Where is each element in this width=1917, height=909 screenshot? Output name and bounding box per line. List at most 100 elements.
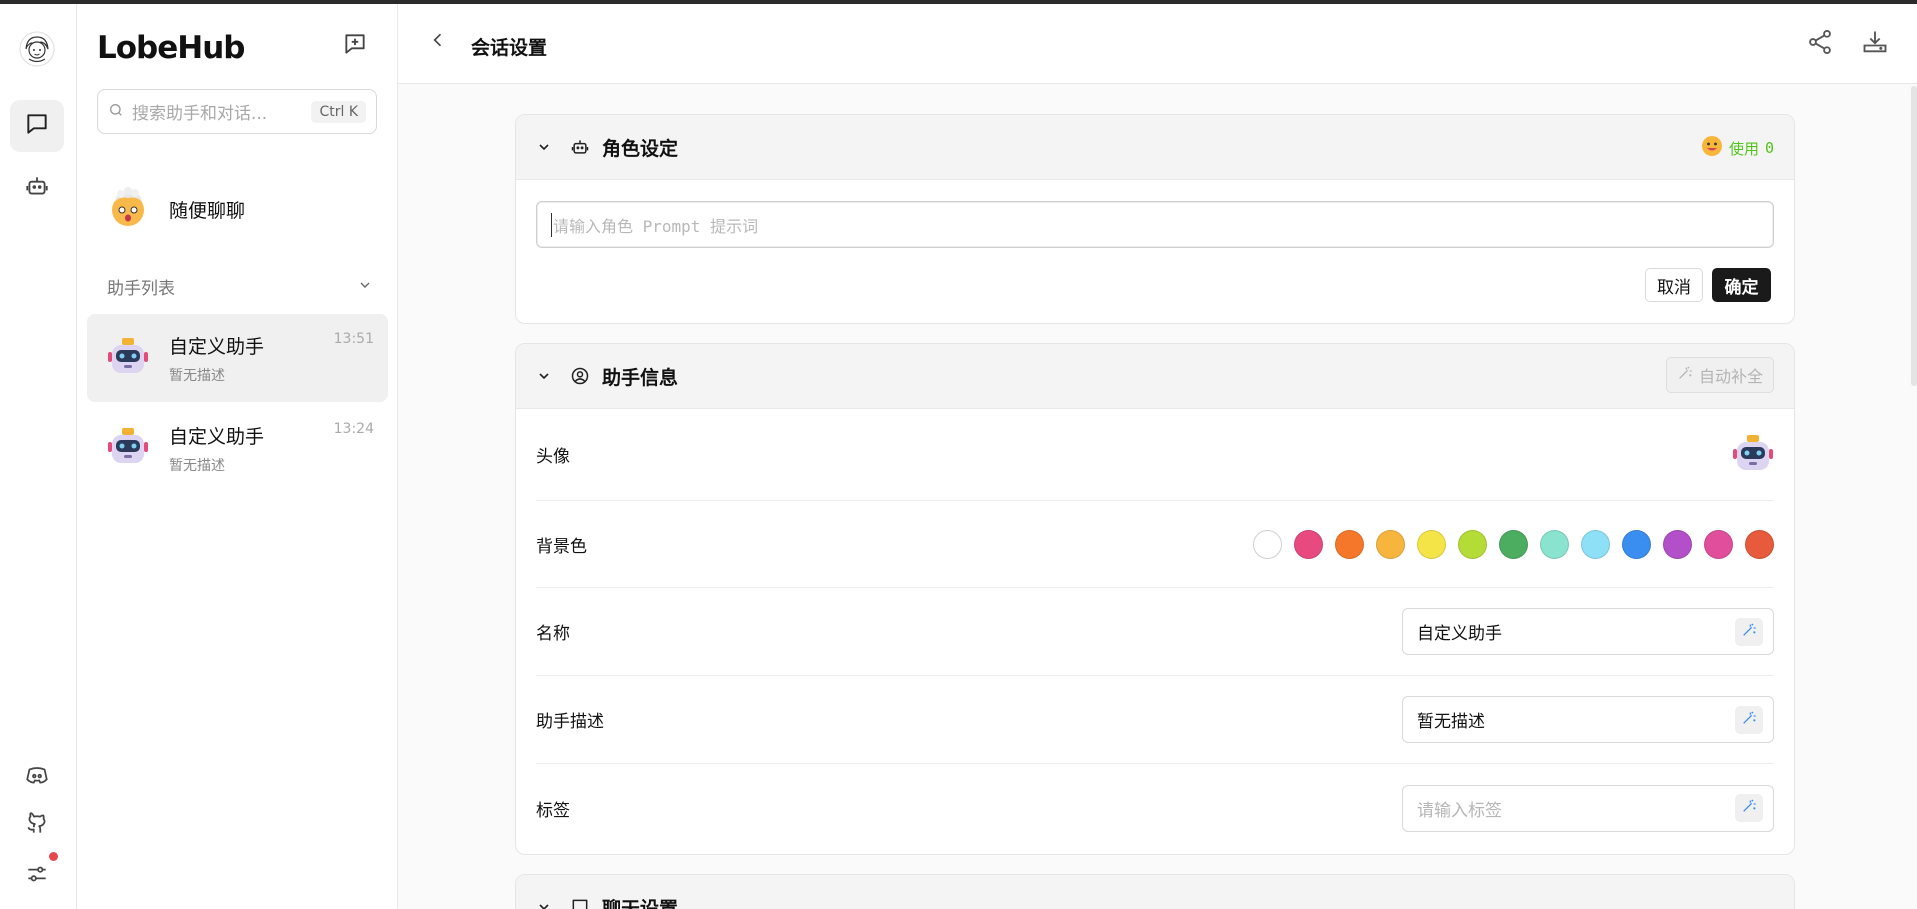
name-input[interactable]: 自定义助手	[1402, 608, 1774, 655]
magic-wand-icon	[1741, 710, 1757, 730]
session-panel: LobeHub 搜索助手和对话... Ctrl K 随便聊聊 助手列表 自定义助…	[77, 4, 398, 909]
back-button[interactable]	[426, 30, 450, 54]
search-input[interactable]: 搜索助手和对话... Ctrl K	[97, 89, 377, 134]
color-swatch[interactable]	[1581, 529, 1610, 559]
search-icon	[108, 102, 124, 122]
notification-dot	[49, 852, 58, 861]
color-swatch[interactable]	[1253, 529, 1282, 559]
chevron-down-icon	[357, 277, 373, 297]
random-chat-label: 随便聊聊	[169, 199, 246, 222]
share-icon	[1806, 28, 1834, 60]
color-swatch[interactable]	[1704, 529, 1733, 559]
description-input[interactable]: 暂无描述	[1402, 696, 1774, 743]
robot-icon	[24, 173, 50, 203]
chevron-down-icon	[536, 899, 552, 909]
color-swatch[interactable]	[1376, 529, 1405, 559]
confirm-button[interactable]: 确定	[1712, 268, 1771, 302]
discord-button[interactable]	[10, 751, 64, 803]
cancel-button[interactable]: 取消	[1645, 268, 1703, 302]
exploding-head-emoji-icon	[107, 186, 149, 232]
color-swatch[interactable]	[1417, 529, 1446, 559]
chevron-down-icon	[536, 139, 552, 155]
color-swatch[interactable]	[1622, 529, 1651, 559]
discord-icon	[24, 762, 50, 792]
tags-label: 标签	[536, 800, 570, 821]
github-button[interactable]	[10, 800, 64, 852]
name-value: 自定义助手	[1417, 624, 1502, 644]
assistant-info-header[interactable]: 助手信息 自动补全	[516, 344, 1794, 409]
autofill-name-button[interactable]	[1735, 617, 1763, 646]
role-prompt-placeholder: 请输入角色 Prompt 提示词	[551, 212, 758, 237]
export-button[interactable]	[1859, 28, 1891, 60]
tags-row: 标签 请输入标签	[536, 764, 1774, 852]
chevron-left-icon	[428, 30, 448, 54]
autofill-button[interactable]: 自动补全	[1665, 357, 1774, 393]
color-swatch[interactable]	[1499, 529, 1528, 559]
autofill-description-button[interactable]	[1735, 705, 1763, 734]
tags-input[interactable]: 请输入标签	[1402, 784, 1774, 832]
github-icon	[24, 811, 50, 841]
magic-wand-icon	[1677, 365, 1693, 385]
background-color-row: 背景色	[536, 501, 1774, 588]
magic-wand-icon	[1741, 622, 1757, 642]
name-label: 名称	[536, 624, 570, 644]
session-desc: 暂无描述	[169, 457, 225, 474]
usage-count: 0	[1764, 139, 1774, 157]
avatar-row: 头像	[536, 409, 1774, 501]
assistant-market-button[interactable]	[10, 162, 64, 214]
session-time: 13:24	[333, 421, 374, 437]
description-value: 暂无描述	[1417, 712, 1485, 732]
role-prompt-input[interactable]: 请输入角色 Prompt 提示词	[536, 201, 1774, 248]
chat-bubble-icon	[570, 897, 590, 909]
download-icon	[1861, 28, 1889, 60]
description-row: 助手描述 暂无描述	[536, 676, 1774, 764]
session-item[interactable]: 自定义助手 暂无描述 13:24	[87, 404, 388, 492]
session-time: 13:51	[333, 331, 374, 347]
usage-label: 使用	[1728, 139, 1759, 158]
share-button[interactable]	[1804, 28, 1836, 60]
page-title: 会话设置	[471, 37, 548, 59]
color-swatch[interactable]	[1745, 529, 1774, 559]
name-row: 名称 自定义助手	[536, 588, 1774, 676]
chat-settings-card: 聊天设置	[515, 874, 1795, 909]
chat-settings-header[interactable]: 聊天设置	[516, 875, 1794, 909]
new-message-icon	[342, 31, 368, 61]
random-chat-item[interactable]: 随便聊聊	[107, 186, 245, 232]
new-chat-button[interactable]	[339, 30, 371, 62]
main-panel: 会话设置 角色设定 使用 0 请输入角色 Prompt 提示词 取消 确定 助手…	[398, 4, 1917, 909]
session-item[interactable]: 自定义助手 暂无描述 13:51	[87, 314, 388, 402]
grinning-emoji-icon	[1701, 135, 1723, 161]
color-swatch[interactable]	[1458, 529, 1487, 559]
robot-emoji-icon	[107, 335, 149, 381]
search-placeholder: 搜索助手和对话...	[132, 104, 268, 124]
autofill-label: 自动补全	[1698, 367, 1763, 386]
assistant-info-card: 助手信息 自动补全 头像 背景色 名称 自定义助手 助手描述 暂无描述 标签 请…	[515, 343, 1795, 855]
search-shortcut: Ctrl K	[311, 100, 366, 123]
chat-settings-title: 聊天设置	[602, 897, 679, 909]
color-swatch[interactable]	[1294, 529, 1323, 559]
avatar-label: 头像	[536, 447, 570, 467]
assistant-list-header[interactable]: 助手列表	[107, 274, 373, 299]
magic-wand-icon	[1741, 798, 1757, 818]
color-swatches	[1253, 529, 1774, 559]
role-settings-card: 角色设定 使用 0 请输入角色 Prompt 提示词 取消 确定	[515, 114, 1795, 324]
session-desc: 暂无描述	[169, 367, 225, 384]
brand-logo: LobeHub	[97, 30, 245, 66]
main-header: 会话设置	[398, 4, 1917, 84]
chat-nav-button[interactable]	[10, 100, 64, 152]
assistant-avatar[interactable]	[1732, 432, 1774, 478]
description-label: 助手描述	[536, 712, 604, 732]
autofill-tags-button[interactable]	[1735, 794, 1763, 822]
color-swatch[interactable]	[1540, 529, 1569, 559]
nav-rail	[0, 4, 77, 909]
tags-placeholder: 请输入标签	[1417, 800, 1502, 821]
background-color-label: 背景色	[536, 536, 587, 557]
color-swatch[interactable]	[1335, 529, 1364, 559]
color-swatch[interactable]	[1663, 529, 1692, 559]
scrollbar[interactable]	[1911, 86, 1917, 386]
sliders-icon	[24, 861, 50, 891]
chat-bubble-icon	[24, 111, 50, 141]
role-settings-header[interactable]: 角色设定 使用 0	[516, 115, 1794, 180]
usage-indicator: 使用 0	[1701, 135, 1774, 161]
user-avatar[interactable]	[18, 30, 56, 68]
